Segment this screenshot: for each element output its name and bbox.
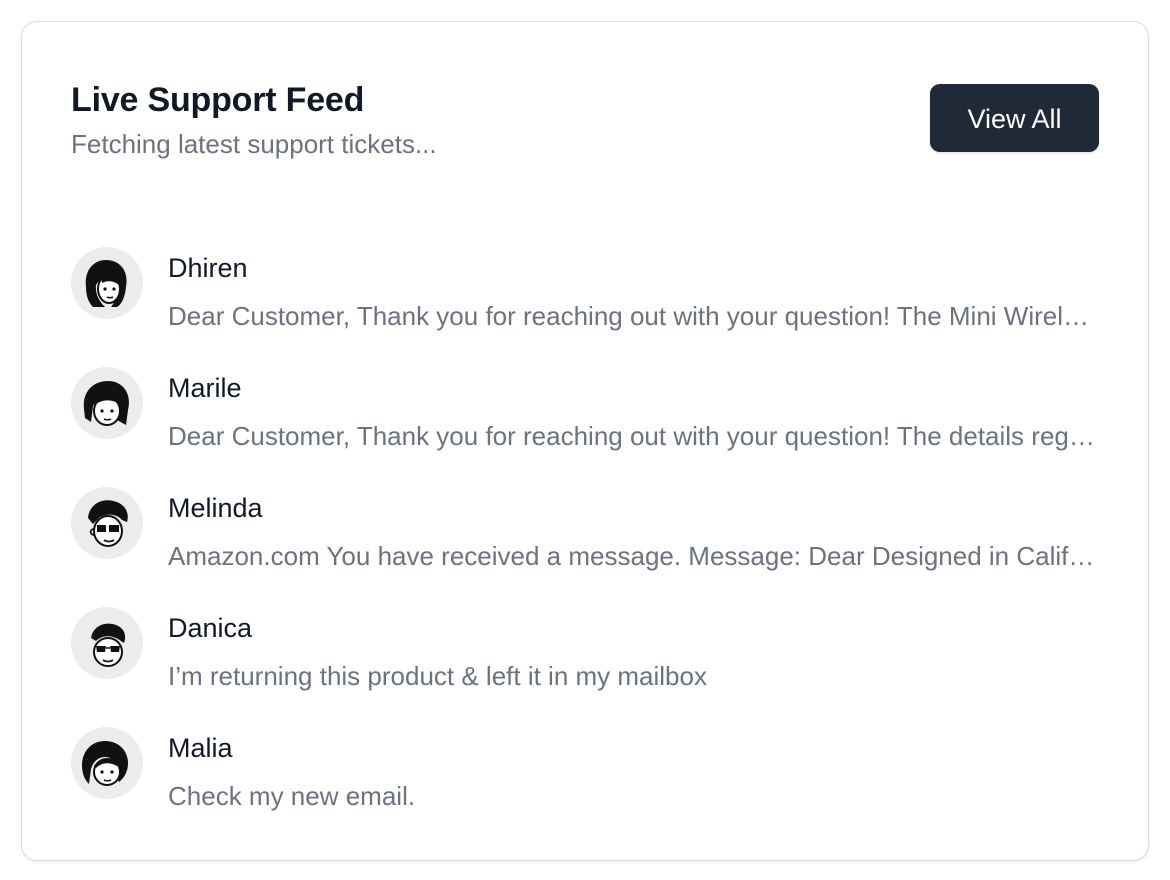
person-avatar-icon bbox=[71, 247, 143, 319]
card-header: Live Support Feed Fetching latest suppor… bbox=[71, 80, 437, 160]
ticket-item-melinda[interactable]: Melinda Amazon.com You have received a m… bbox=[71, 487, 1101, 607]
ticket-content: Marile Dear Customer, Thank you for reac… bbox=[168, 371, 1101, 453]
person-avatar-icon bbox=[71, 727, 143, 799]
ticket-item-marile[interactable]: Marile Dear Customer, Thank you for reac… bbox=[71, 367, 1101, 487]
ticket-content: Dhiren Dear Customer, Thank you for reac… bbox=[168, 251, 1101, 333]
ticket-content: Malia Check my new email. bbox=[168, 731, 1101, 813]
ticket-content: Danica I’m returning this product & left… bbox=[168, 611, 1101, 693]
ticket-item-malia[interactable]: Malia Check my new email. bbox=[71, 727, 1101, 847]
ticket-message-preview: Amazon.com You have received a message. … bbox=[168, 541, 1101, 571]
ticket-message-preview: Check my new email. bbox=[168, 781, 416, 811]
person-avatar-icon bbox=[71, 487, 143, 559]
ticket-message-preview: Dear Customer, Thank you for reaching ou… bbox=[168, 421, 1101, 451]
ticket-content: Melinda Amazon.com You have received a m… bbox=[168, 491, 1101, 573]
ticket-list: Dhiren Dear Customer, Thank you for reac… bbox=[71, 247, 1101, 847]
ticket-sender-name: Danica bbox=[168, 613, 253, 643]
ticket-sender-name: Malia bbox=[168, 733, 233, 763]
ticket-message-preview: I’m returning this product & left it in … bbox=[168, 661, 707, 691]
card-subtitle: Fetching latest support tickets... bbox=[71, 129, 437, 159]
person-avatar-icon bbox=[71, 607, 143, 679]
ticket-sender-name: Marile bbox=[168, 373, 242, 403]
ticket-sender-name: Dhiren bbox=[168, 253, 248, 283]
person-avatar-icon bbox=[71, 367, 143, 439]
ticket-sender-name: Melinda bbox=[168, 493, 263, 523]
card-title: Live Support Feed bbox=[71, 81, 365, 119]
view-all-button[interactable]: View All bbox=[930, 84, 1099, 152]
ticket-message-preview: Dear Customer, Thank you for reaching ou… bbox=[168, 301, 1101, 331]
ticket-item-dhiren[interactable]: Dhiren Dear Customer, Thank you for reac… bbox=[71, 247, 1101, 367]
ticket-item-danica[interactable]: Danica I’m returning this product & left… bbox=[71, 607, 1101, 727]
support-feed-card: Live Support Feed Fetching latest suppor… bbox=[21, 21, 1149, 861]
